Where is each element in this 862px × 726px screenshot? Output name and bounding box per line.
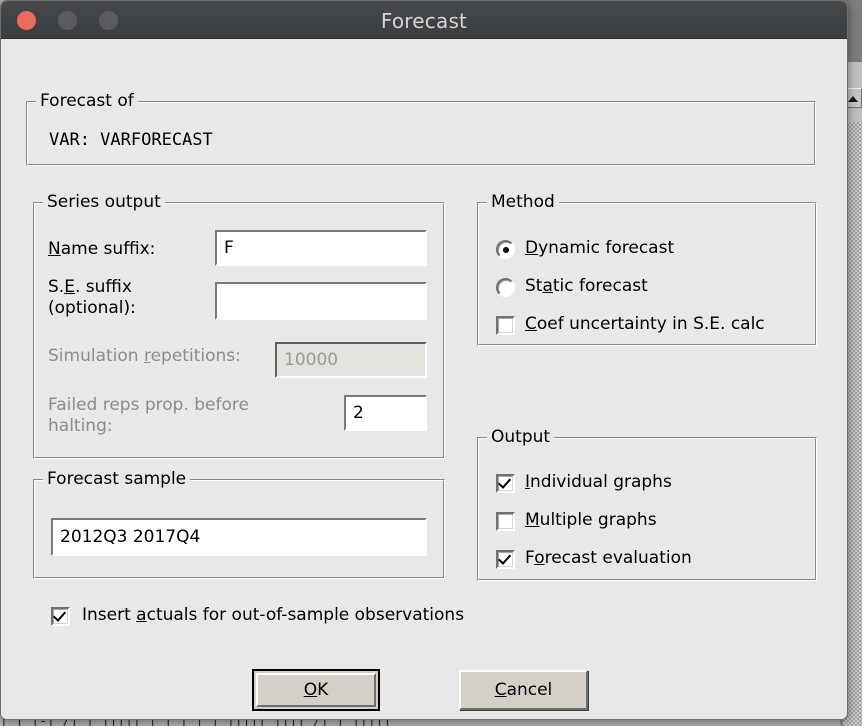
checkbox-multiple-graphs-label-text: ultiple graphs	[539, 510, 657, 530]
group-forecast-sample: Forecast sample	[33, 469, 445, 579]
radio-dynamic-forecast-label-text: ynamic forecast	[538, 238, 675, 258]
checkbox-multiple-graphs[interactable]: Multiple graphs	[496, 509, 796, 535]
radio-static-forecast-label-pre: St	[525, 276, 543, 296]
group-forecast-of-legend: Forecast of	[36, 91, 138, 111]
se-suffix-label-post: . suffix	[74, 277, 132, 297]
checkbox-individual-graphs[interactable]: Individual graphs	[496, 471, 796, 497]
checkbox-forecast-evaluation-label-post: recast evaluation	[544, 548, 692, 568]
checkbox-forecast-evaluation-mnemonic: o	[534, 548, 545, 568]
name-suffix-label: Name suffix:	[48, 239, 155, 260]
checkbox-individual-graphs-label: Individual graphs	[525, 472, 672, 493]
ok-button-label: OK	[254, 680, 378, 700]
cancel-button-label: Cancel	[461, 680, 586, 700]
checkbox-coef-uncertainty-box[interactable]	[496, 316, 515, 335]
checkbox-forecast-evaluation-box[interactable]	[496, 550, 515, 569]
checkbox-multiple-graphs-mnemonic: M	[525, 510, 540, 530]
simulation-repetitions-label: Simulation repetitions:	[48, 346, 241, 367]
radio-dynamic-forecast-label: Dynamic forecast	[525, 238, 674, 259]
se-suffix-label-pre: S.	[48, 277, 65, 297]
radio-static-forecast[interactable]: Static forecast	[496, 275, 796, 301]
radio-static-forecast-label: Static forecast	[525, 276, 648, 297]
radio-static-forecast-label-post: tic forecast	[552, 276, 648, 296]
forecast-sample-input[interactable]	[51, 518, 427, 556]
checkbox-forecast-evaluation-label-pre: F	[525, 548, 535, 568]
group-method-legend: Method	[487, 192, 559, 212]
name-suffix-input[interactable]	[215, 230, 427, 266]
checkbox-individual-graphs-label-text: ndividual graphs	[530, 472, 672, 492]
group-series-output: Series output Name suffix: S.E. suffix (…	[33, 192, 445, 459]
radio-dynamic-forecast[interactable]: Dynamic forecast	[496, 237, 796, 263]
name-suffix-mnemonic: N	[48, 239, 61, 259]
radio-dynamic-forecast-mnemonic: D	[525, 238, 539, 258]
name-suffix-label-text: ame suffix:	[60, 239, 156, 259]
failed-reps-input[interactable]	[344, 395, 427, 431]
dialog-title: Forecast	[380, 9, 468, 33]
radio-static-forecast-mnemonic: a	[542, 276, 553, 296]
radio-dynamic-forecast-indicator[interactable]	[496, 240, 515, 259]
group-forecast-of: Forecast of VAR: VARFORECAST	[26, 91, 816, 166]
radio-static-forecast-indicator[interactable]	[496, 278, 515, 297]
cancel-button-label-text: ancel	[506, 680, 553, 700]
ok-button[interactable]: OK	[252, 669, 380, 711]
checkbox-individual-graphs-box[interactable]	[496, 474, 515, 493]
checkbox-coef-uncertainty-label-text: oef uncertainty in S.E. calc	[536, 314, 765, 334]
simulation-repetitions-label-pre: Simulation	[48, 346, 144, 366]
group-series-output-legend: Series output	[43, 192, 165, 212]
checkbox-multiple-graphs-box[interactable]	[496, 512, 515, 531]
checkbox-insert-actuals-box[interactable]	[51, 607, 70, 626]
checkbox-insert-actuals-label-post: ctuals for out-of-sample observations	[146, 605, 465, 625]
se-suffix-input[interactable]	[215, 282, 427, 320]
checkbox-coef-uncertainty-mnemonic: C	[525, 314, 537, 334]
cancel-button[interactable]: Cancel	[459, 670, 588, 710]
checkbox-insert-actuals-label: Insert actuals for out-of-sample observa…	[82, 605, 464, 626]
failed-reps-label-line1: Failed reps prop. before	[48, 395, 249, 415]
checkbox-forecast-evaluation-label: Forecast evaluation	[525, 548, 692, 569]
checkbox-multiple-graphs-label: Multiple graphs	[525, 510, 657, 531]
group-forecast-sample-legend: Forecast sample	[43, 469, 191, 489]
checkbox-forecast-evaluation[interactable]: Forecast evaluation	[496, 547, 796, 573]
simulation-repetitions-input	[275, 342, 427, 378]
failed-reps-label-line2: halting:	[48, 416, 113, 436]
ok-button-label-text: K	[317, 680, 329, 700]
se-suffix-label-line1: S.E. suffix	[48, 277, 132, 298]
se-suffix-mnemonic: E	[64, 277, 75, 297]
checkbox-insert-actuals-mnemonic: a	[136, 605, 147, 625]
simulation-repetitions-label-post: epetitions:	[150, 346, 241, 366]
checkbox-coef-uncertainty-label: Coef uncertainty in S.E. calc	[525, 314, 765, 335]
ok-button-mnemonic: O	[303, 680, 318, 700]
dialog-client-area: Forecast of VAR: VARFORECAST Series outp…	[1, 39, 847, 719]
simulation-repetitions-mnemonic: r	[143, 346, 151, 366]
se-suffix-label-line2: (optional):	[48, 298, 136, 318]
group-output: Output Individual graphs Multiple graphs…	[477, 427, 817, 581]
checkbox-insert-actuals-label-pre: Insert	[82, 605, 137, 625]
forecast-dialog: Forecast Forecast of VAR: VARFORECAST Se…	[0, 0, 848, 720]
checkbox-coef-uncertainty[interactable]: Coef uncertainty in S.E. calc	[496, 313, 806, 339]
dialog-titlebar[interactable]: Forecast	[1, 1, 847, 39]
cancel-button-mnemonic: C	[494, 680, 507, 700]
group-output-legend: Output	[487, 427, 555, 447]
checkbox-insert-actuals[interactable]: Insert actuals for out-of-sample observa…	[51, 605, 531, 631]
forecast-of-value: VAR: VARFORECAST	[49, 130, 213, 150]
group-method: Method Dynamic forecast Static forecast …	[477, 192, 817, 346]
